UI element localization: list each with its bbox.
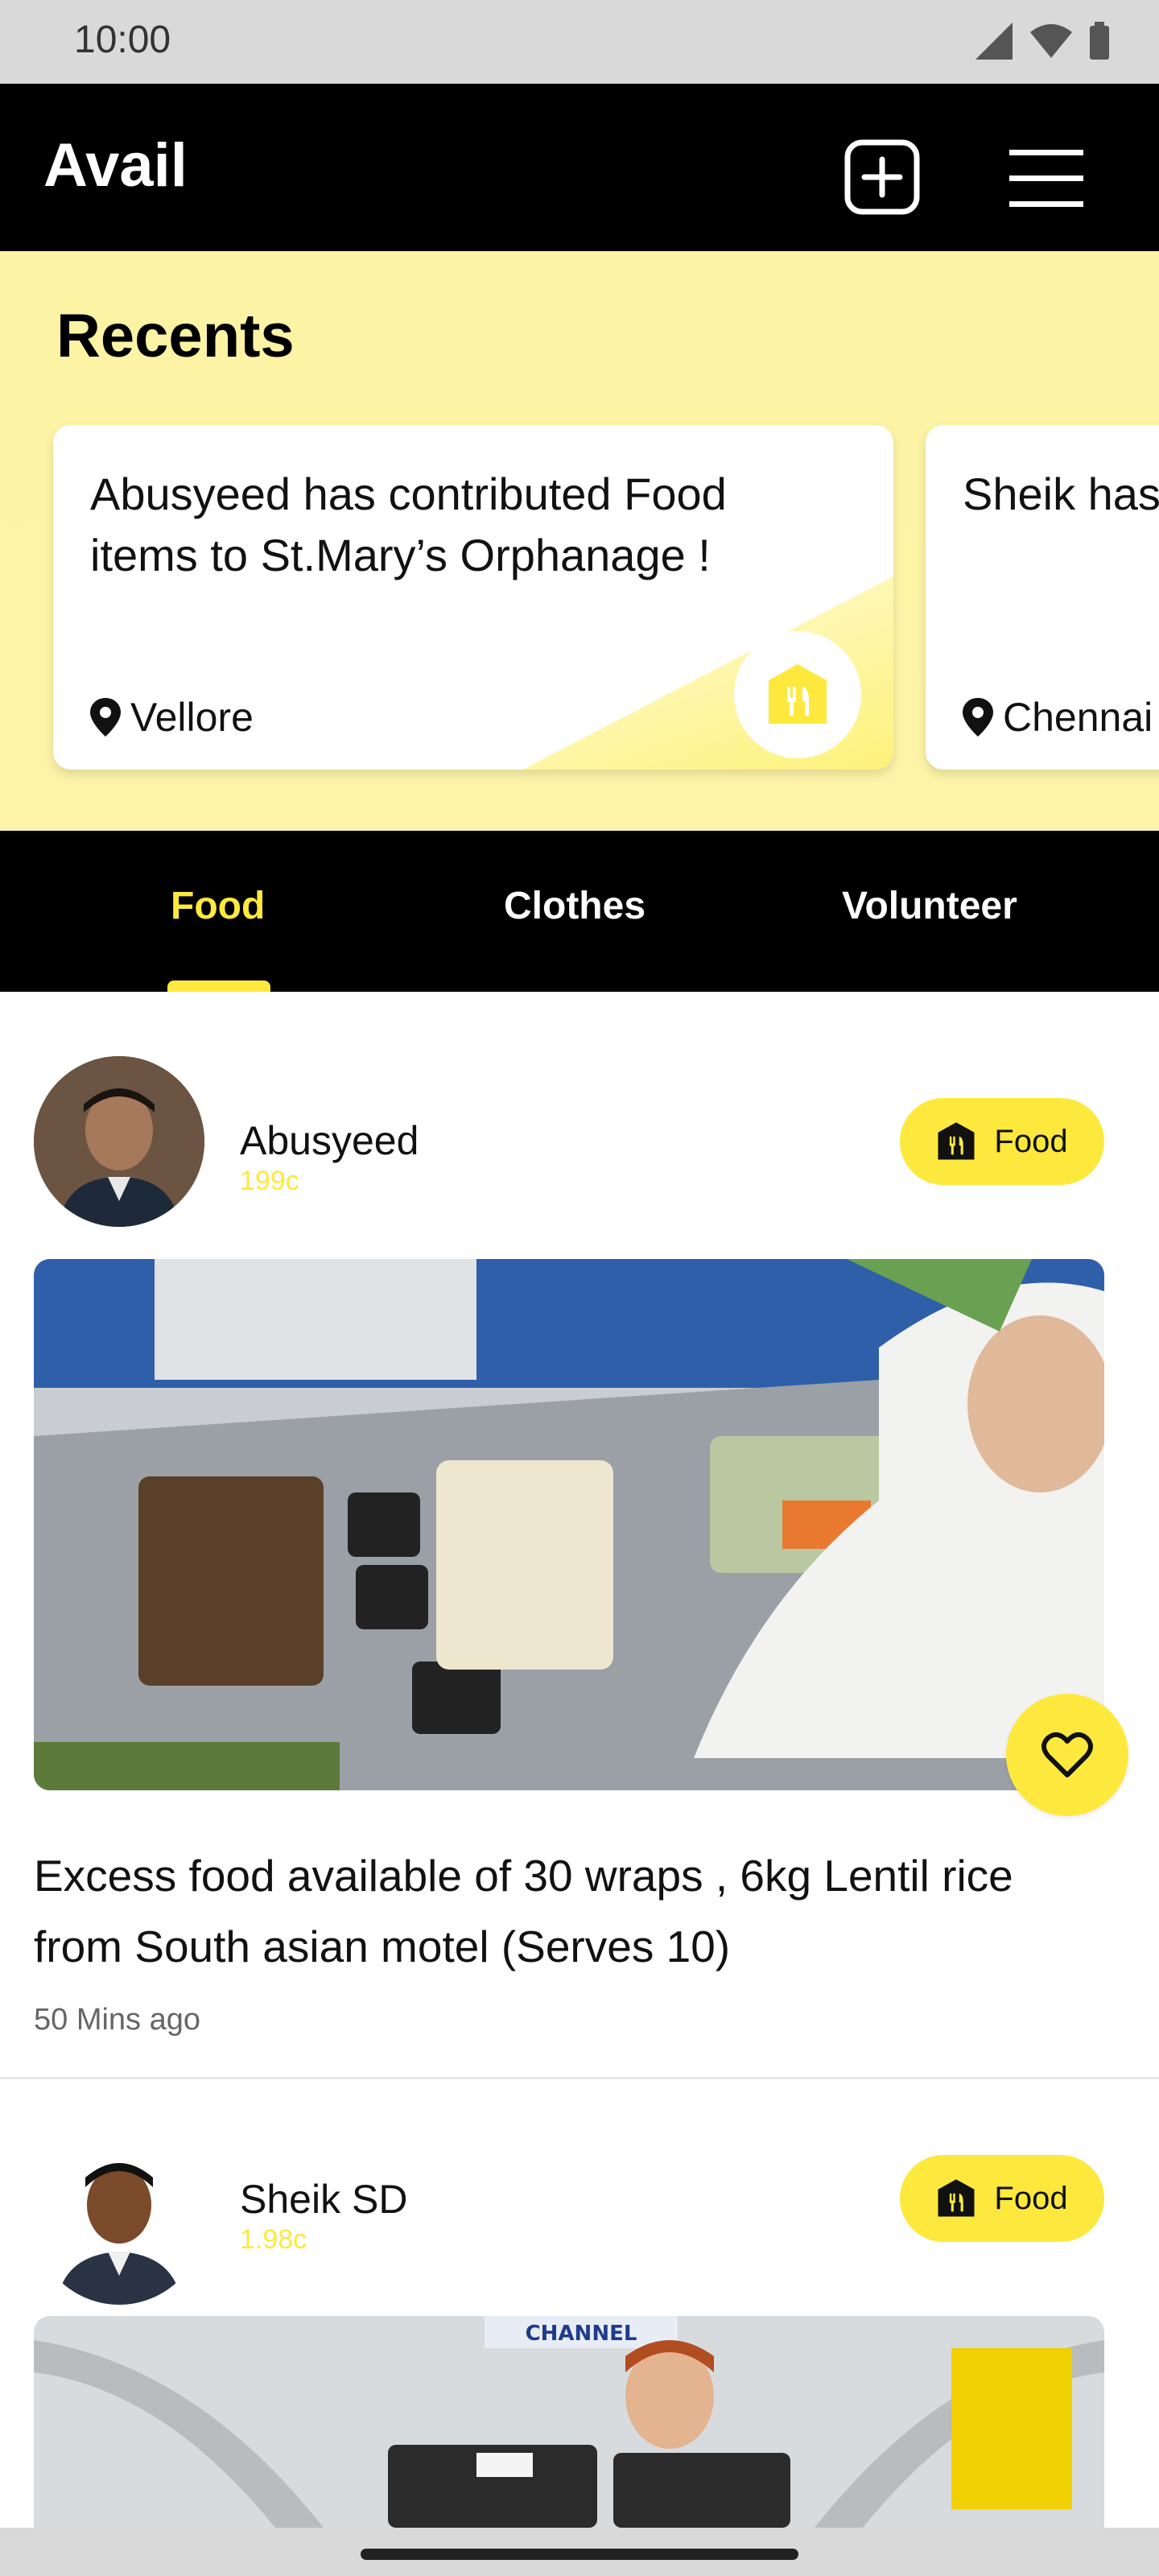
battery-icon <box>1090 22 1109 60</box>
location-label: Vellore <box>130 695 254 740</box>
category-tabs: Food Clothes Volunteer <box>0 831 1159 992</box>
post-card: Sheik SD 1.98c Food CHANNEL <box>0 2079 1159 2528</box>
wifi-icon <box>1030 24 1072 58</box>
recent-card-location: Chennai <box>963 694 1153 741</box>
hamburger-icon <box>1009 150 1083 207</box>
recents-title: Recents <box>56 302 295 370</box>
app-title: Avail <box>43 131 188 200</box>
avatar-photo <box>34 2134 204 2305</box>
post-description: Excess food available of 30 wraps , 6kg … <box>34 1851 1013 1971</box>
like-button[interactable] <box>1006 1694 1128 1816</box>
category-label: Food <box>994 2180 1068 2216</box>
category-pill[interactable]: Food <box>900 1098 1104 1185</box>
recent-card[interactable]: Abusyeed has contributed Food items to S… <box>53 425 893 770</box>
post-author-name: Abusyeed <box>240 1118 419 1163</box>
app-bar: Avail <box>0 84 1159 251</box>
post-image[interactable]: CHANNEL <box>34 2316 1104 2528</box>
signal-icon <box>975 23 1013 60</box>
tab-volunteer[interactable]: Volunteer <box>842 884 1017 928</box>
category-pill[interactable]: Food <box>900 2155 1104 2242</box>
heart-icon <box>1041 1732 1093 1777</box>
food-photo <box>34 1259 1104 1790</box>
status-icons <box>974 21 1111 61</box>
food-icon <box>938 1122 975 1160</box>
food-category-badge <box>734 631 861 758</box>
food-photo: CHANNEL <box>34 2316 1104 2528</box>
status-bar: 10:00 <box>0 0 1159 84</box>
status-time: 10:00 <box>74 19 171 61</box>
photo-sign-text: CHANNEL <box>526 2322 637 2346</box>
recents-section: Recents Abusyeed has contributed Food it… <box>0 251 1159 831</box>
post-author-name: Sheik SD <box>240 2177 408 2222</box>
add-icon <box>844 139 920 215</box>
location-label: Chennai <box>1003 695 1153 740</box>
location-pin-icon <box>963 698 993 737</box>
active-tab-indicator <box>167 980 270 992</box>
tab-clothes[interactable]: Clothes <box>504 884 645 928</box>
location-pin-icon <box>90 698 121 737</box>
recent-card-text: Sheik has delivery t <box>963 469 1159 519</box>
post-card: Abusyeed 199c Food Excess food available… <box>0 992 1159 2079</box>
recent-card-text: Abusyeed has contributed Food items to S… <box>90 469 727 580</box>
menu-button[interactable] <box>1008 147 1085 211</box>
recent-card-location: Vellore <box>90 694 254 741</box>
avatar[interactable] <box>34 1056 204 1227</box>
category-label: Food <box>994 1123 1068 1159</box>
navigation-bar <box>0 2528 1159 2576</box>
post-time: 50 Mins ago <box>34 2003 201 2037</box>
post-author-points: 1.98c <box>240 2224 307 2255</box>
tab-food[interactable]: Food <box>171 884 265 928</box>
add-post-button[interactable] <box>843 138 921 216</box>
food-icon <box>938 2179 975 2217</box>
post-author-points: 199c <box>240 1166 299 1196</box>
avatar[interactable] <box>34 2134 204 2305</box>
home-gesture-handle[interactable] <box>361 2549 798 2560</box>
food-icon <box>769 664 827 724</box>
post-image[interactable] <box>34 1259 1104 1790</box>
avatar-photo <box>34 1056 204 1227</box>
recent-card[interactable]: Sheik has delivery t Chennai <box>926 425 1159 770</box>
